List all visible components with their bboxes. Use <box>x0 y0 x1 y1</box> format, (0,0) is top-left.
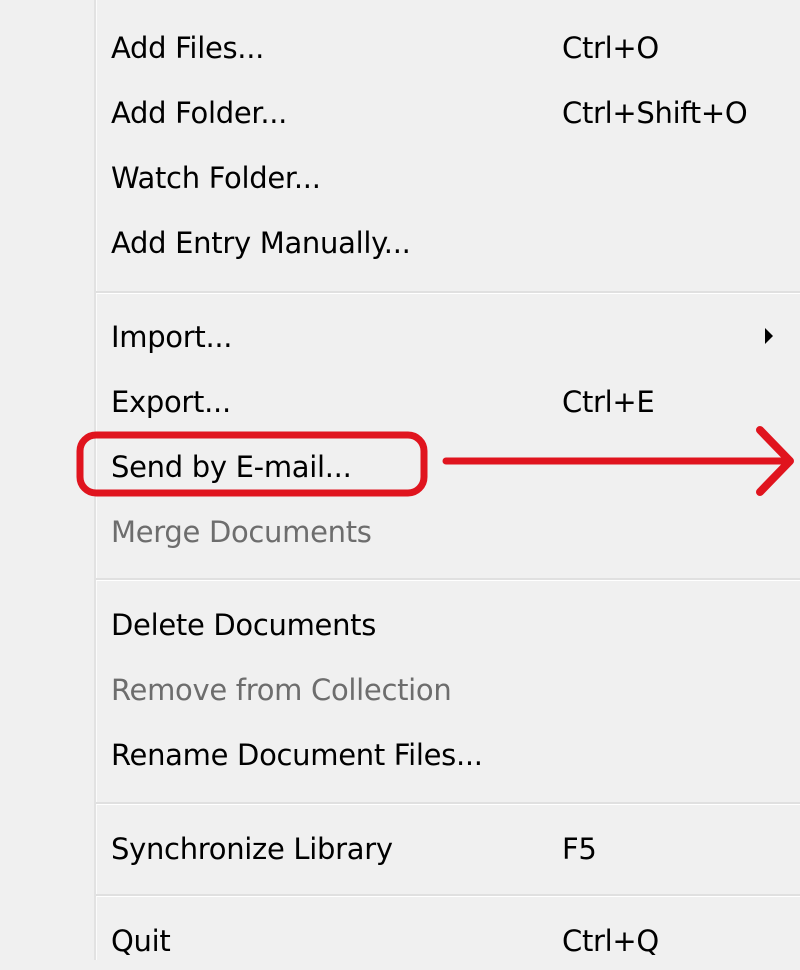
menu-item-merge-documents: Merge Documents <box>96 501 800 561</box>
menu-item-label: Remove from Collection <box>111 673 452 707</box>
menu-item-label: Import... <box>111 320 233 354</box>
menu-item-synchronize-library[interactable]: Synchronize Library F5 <box>96 818 800 878</box>
menu-item-shortcut: F5 <box>562 832 597 866</box>
menu-item-delete-documents[interactable]: Delete Documents <box>96 594 800 654</box>
menu-item-shortcut: Ctrl+O <box>562 31 659 65</box>
menu-item-label: Watch Folder... <box>111 161 321 195</box>
menu-separator <box>96 291 800 294</box>
menu-item-shortcut: Ctrl+Q <box>562 924 659 958</box>
menu-item-watch-folder[interactable]: Watch Folder... <box>96 147 800 207</box>
menu-separator <box>96 578 800 581</box>
triangle-right-icon <box>765 328 773 344</box>
menu-item-label: Merge Documents <box>111 515 372 549</box>
menu-item-label: Add Files... <box>111 31 265 65</box>
menu-item-add-folder[interactable]: Add Folder... Ctrl+Shift+O <box>96 82 800 142</box>
menu-item-shortcut: Ctrl+E <box>562 385 655 419</box>
menu-item-label: Export... <box>111 385 231 419</box>
menu-item-add-files[interactable]: Add Files... Ctrl+O <box>96 17 800 77</box>
menu-item-remove-from-collection: Remove from Collection <box>96 659 800 719</box>
menu-item-label: Send by E-mail... <box>111 450 352 484</box>
menu-item-export[interactable]: Export... Ctrl+E <box>96 371 800 431</box>
menu-item-rename-document-files[interactable]: Rename Document Files... <box>96 724 800 784</box>
menu-item-label: Add Entry Manually... <box>111 226 411 260</box>
menu-item-label: Quit <box>111 924 171 958</box>
menu-item-label: Add Folder... <box>111 96 288 130</box>
menu-item-add-entry-manually[interactable]: Add Entry Manually... <box>96 212 800 272</box>
menu-item-quit[interactable]: Quit Ctrl+Q <box>96 910 800 970</box>
menu-item-shortcut: Ctrl+Shift+O <box>562 96 748 130</box>
menu-item-send-by-email[interactable]: Send by E-mail... <box>96 436 800 496</box>
menu-item-import[interactable]: Import... <box>96 306 800 366</box>
menu-separator <box>96 894 800 897</box>
file-context-menu: Add Files... Ctrl+O Add Folder... Ctrl+S… <box>0 0 800 960</box>
menu-item-label: Rename Document Files... <box>111 738 483 772</box>
menu-item-label: Synchronize Library <box>111 832 393 866</box>
menu-item-label: Delete Documents <box>111 608 377 642</box>
menu-separator <box>96 802 800 805</box>
